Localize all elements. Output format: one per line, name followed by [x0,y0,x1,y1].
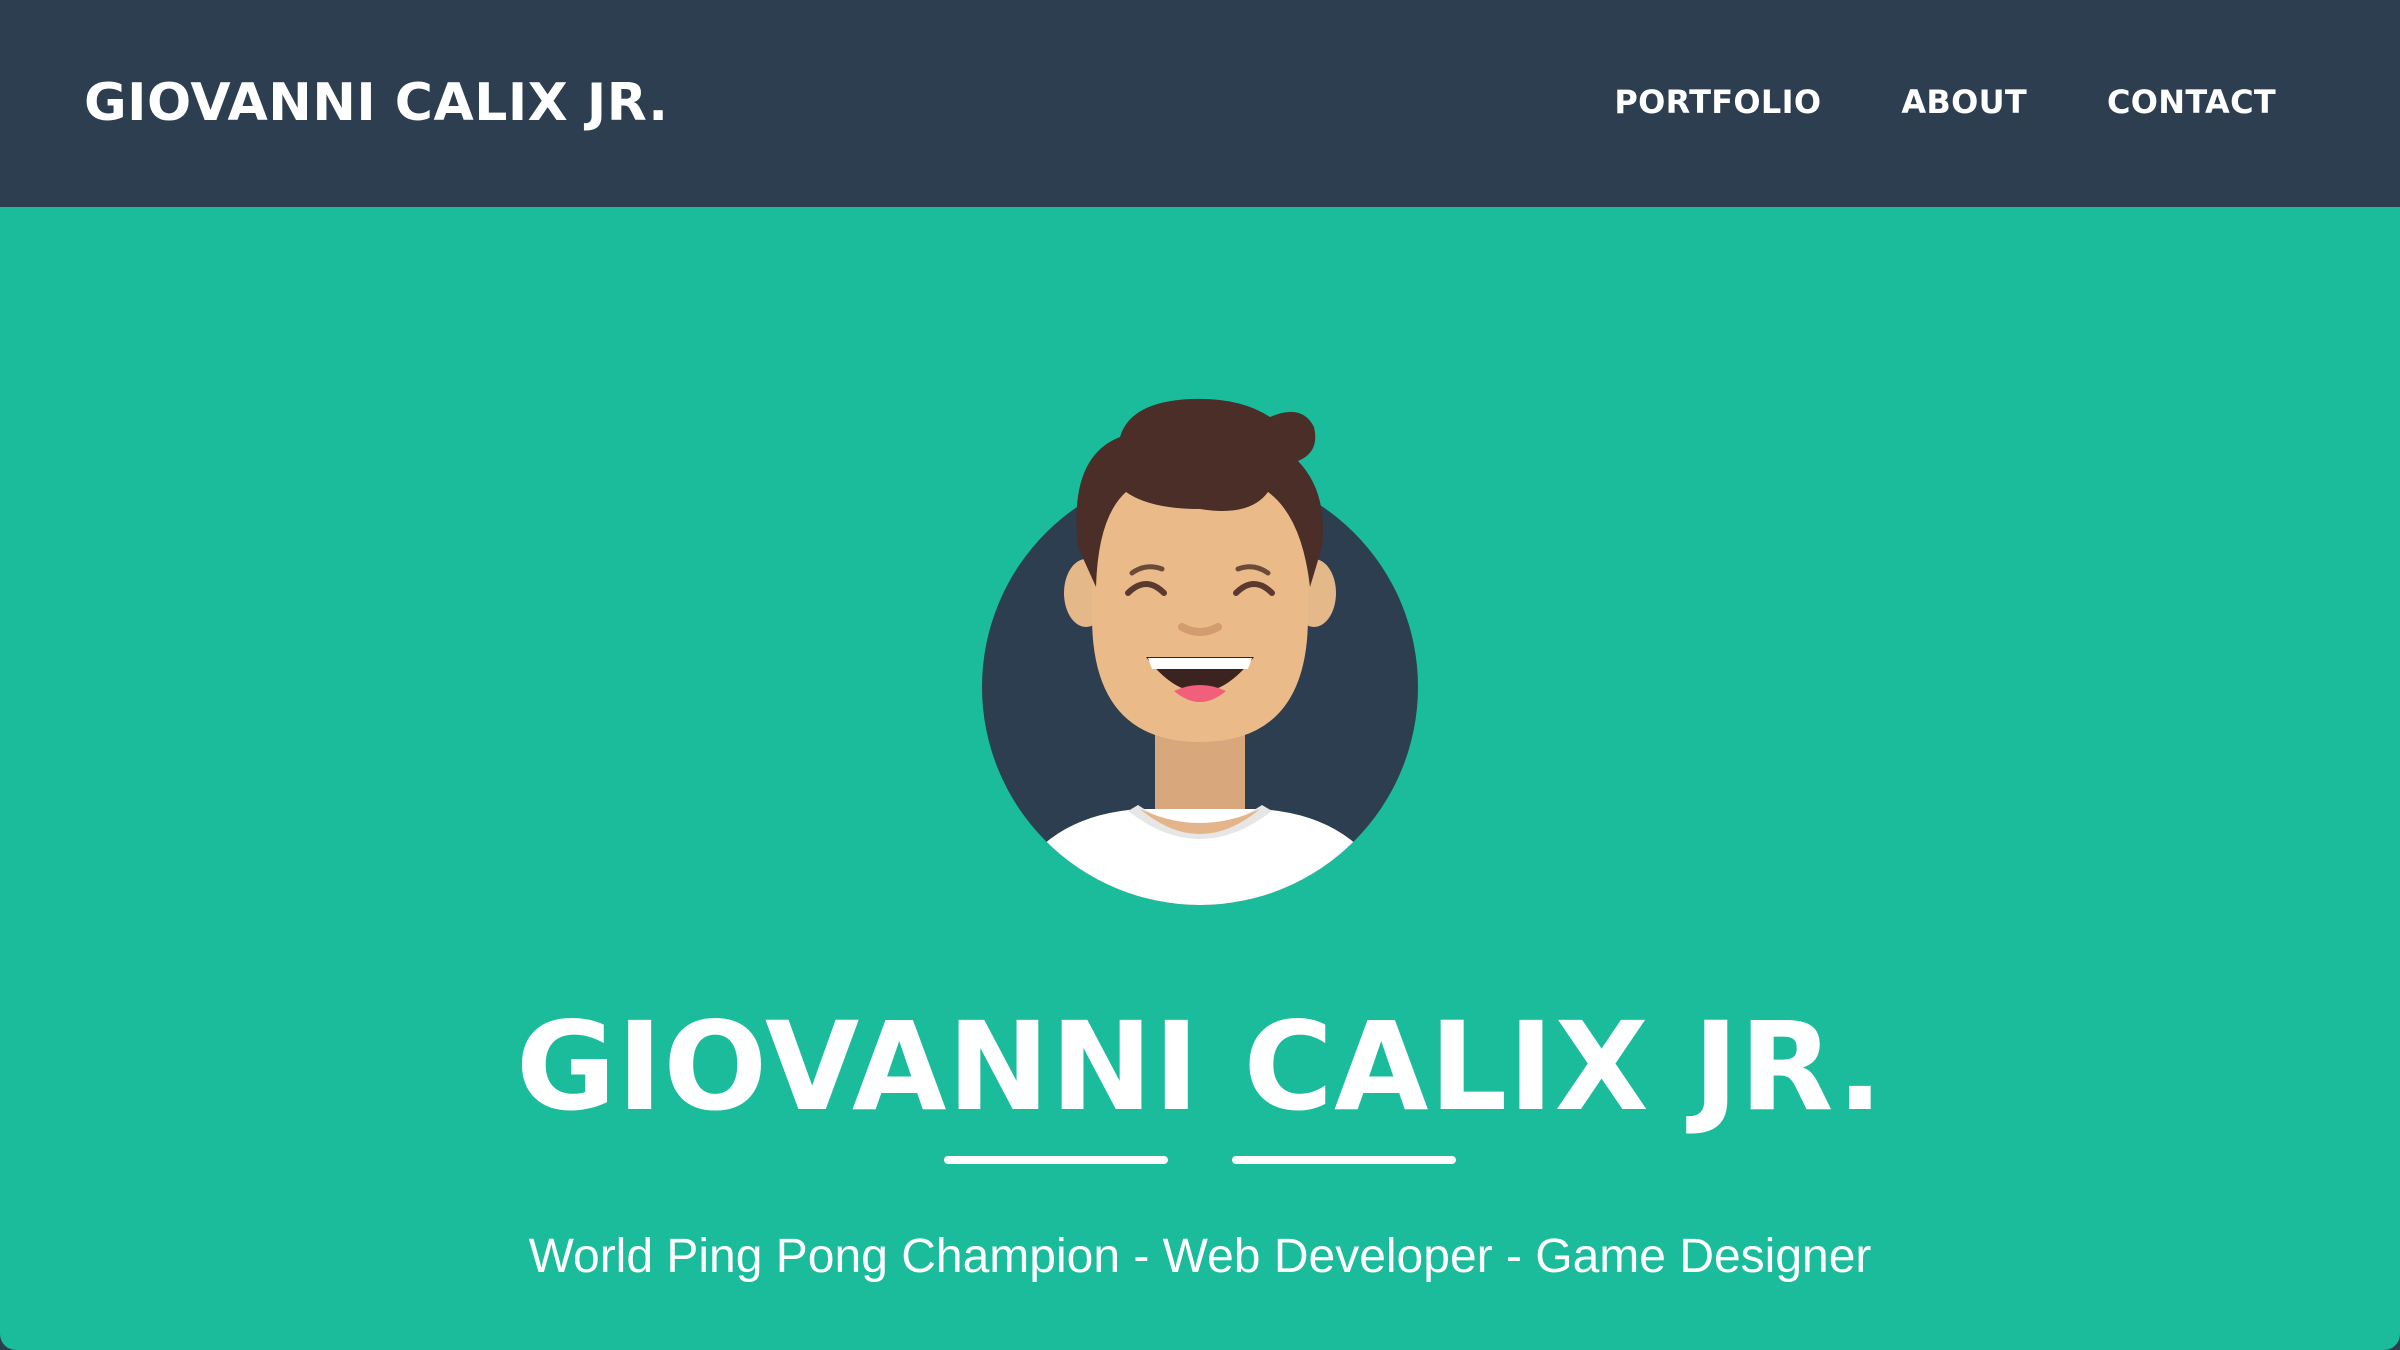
divider-line-right [1232,1156,1456,1164]
hero-subtitle: World Ping Pong Champion - Web Developer… [528,1230,1872,1283]
navbar: GIOVANNI CALIX JR. PORTFOLIO ABOUT CONTA… [0,0,2400,207]
divider-line-left [944,1156,1168,1164]
hero-section: GIOVANNI CALIX JR. World Ping Pong Champ… [0,207,2400,1350]
avatar-illustration-icon [982,398,1418,905]
nav-link-about[interactable]: ABOUT [1901,80,2027,124]
star-icon [1168,1137,1232,1183]
page: GIOVANNI CALIX JR. PORTFOLIO ABOUT CONTA… [0,0,2400,1350]
hero-title: GIOVANNI CALIX JR. [515,996,1885,1138]
brand-link[interactable]: GIOVANNI CALIX JR. [84,72,668,134]
nav-links: PORTFOLIO ABOUT CONTACT [1614,80,2276,124]
nav-link-portfolio[interactable]: PORTFOLIO [1614,80,1821,124]
nav-link-contact[interactable]: CONTACT [2107,80,2276,124]
